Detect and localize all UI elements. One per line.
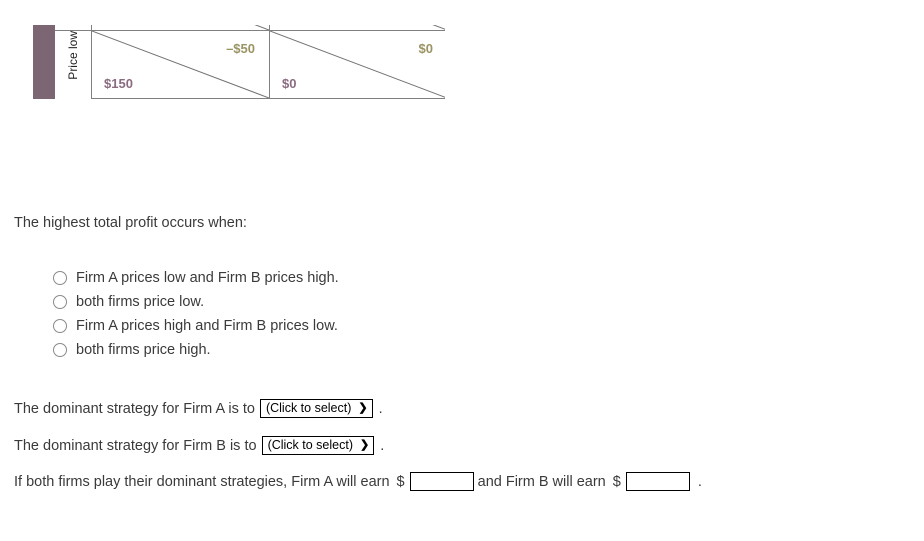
option-row-0[interactable]: Firm A prices low and Firm B prices high… (53, 267, 339, 289)
firm-b-earnings-input[interactable] (625, 472, 690, 491)
option-row-3[interactable]: both firms price high. (53, 339, 339, 361)
radio-button-icon-1[interactable] (53, 295, 67, 309)
radio-button-icon-2[interactable] (53, 319, 67, 333)
option-label-3: both firms price high. (76, 342, 211, 358)
radio-button-icon-3[interactable] (53, 343, 67, 357)
dominant-strategy-firm-a-select[interactable]: (Click to select) ❯ (259, 399, 373, 418)
dollar-sign-firm-a: $ (396, 473, 405, 490)
option-row-1[interactable]: both firms price low. (53, 291, 339, 313)
dominant-strategy-firm-b-select-value: (Click to select) (267, 438, 353, 452)
answer-options-group: Firm A prices low and Firm B prices high… (53, 267, 339, 363)
payoff-matrix: Firm Price high $100 $100 $50 (33, 25, 445, 160)
matrix-row-price-low: Price low –$50 $150 $0 $0 (33, 30, 445, 99)
dominant-strategy-firm-b-row: The dominant strategy for Firm B is to (… (14, 436, 384, 455)
row-label-price-low-text: Price low (66, 31, 80, 80)
radio-button-icon-0[interactable] (53, 271, 67, 285)
cell-low-high-top-right: –$50 (226, 41, 255, 56)
diagonal-divider-icon (432, 25, 445, 30)
firm-band-label: Firm (33, 25, 55, 99)
option-label-1: both firms price low. (76, 294, 205, 310)
dominant-strategy-firm-a-label: The dominant strategy for Firm A is to (14, 400, 255, 417)
earnings-row: If both firms play their dominant strate… (14, 472, 702, 491)
dominant-strategy-firm-a-period: . (378, 400, 383, 417)
earnings-trailing-period: . (697, 473, 702, 490)
cell-low-high: –$50 $150 (91, 30, 270, 99)
firm-a-earnings-input[interactable] (409, 472, 474, 491)
payoff-matrix-table: Firm Price high $100 $100 $50 (33, 25, 445, 99)
row-label-price-low: Price low (55, 30, 92, 99)
dominant-strategy-firm-b-label: The dominant strategy for Firm B is to (14, 437, 257, 454)
option-label-0: Firm A prices low and Firm B prices high… (76, 270, 339, 286)
dominant-strategy-firm-b-period: . (380, 437, 385, 454)
dollar-sign-firm-b: $ (612, 473, 621, 490)
chevron-down-icon: ❯ (358, 402, 368, 414)
cell-low-high-bottom-left: $150 (104, 76, 133, 91)
cell-low-low-top-right: $0 (418, 41, 433, 56)
option-row-2[interactable]: Firm A prices high and Firm B prices low… (53, 315, 339, 337)
diagonal-divider-icon (254, 25, 269, 30)
dominant-strategy-firm-b-select[interactable]: (Click to select) ❯ (261, 436, 375, 455)
dominant-strategy-firm-a-select-value: (Click to select) (265, 401, 352, 415)
option-label-2: Firm A prices high and Firm B prices low… (76, 318, 338, 334)
earnings-lead-text: If both firms play their dominant strate… (14, 473, 390, 490)
dominant-strategy-firm-a-row: The dominant strategy for Firm A is to (… (14, 399, 383, 418)
cell-low-low-bottom-left: $0 (282, 76, 297, 91)
cell-low-low: $0 $0 (269, 30, 445, 99)
chevron-down-icon: ❯ (360, 439, 370, 451)
earnings-middle-text: and Firm B will earn (477, 473, 606, 490)
question-prompt: The highest total profit occurs when: (14, 215, 247, 231)
